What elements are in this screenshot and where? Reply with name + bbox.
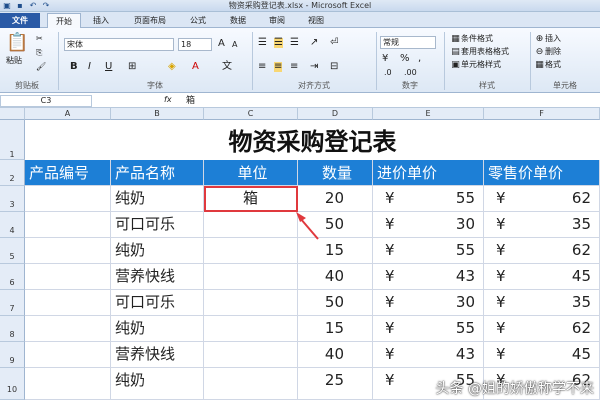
group-divider: [530, 32, 531, 90]
insert-function-icon[interactable]: fx: [164, 95, 172, 104]
tab-file[interactable]: 文件: [0, 13, 40, 28]
phonetic-icon[interactable]: 文: [222, 62, 232, 72]
format-painter-icon[interactable]: 🖌: [36, 62, 46, 72]
tab-page-layout[interactable]: 页面布局: [126, 13, 174, 28]
tab-view[interactable]: 视图: [301, 13, 331, 28]
increase-decimal-icon[interactable]: .0: [384, 68, 392, 78]
cell-styles-icon: ▣: [451, 60, 460, 70]
styles-group-label: 样式: [479, 81, 495, 90]
number-format-select[interactable]: 常规: [380, 36, 436, 49]
align-bottom-icon[interactable]: ☰: [290, 38, 299, 48]
italic-button[interactable]: I: [88, 62, 91, 72]
tab-formulas[interactable]: 公式: [183, 13, 213, 28]
grow-font-button[interactable]: A: [218, 39, 225, 49]
group-divider: [252, 32, 253, 90]
insert-icon: ⊕: [535, 34, 544, 44]
cut-icon[interactable]: ✂: [36, 34, 43, 44]
insert-button[interactable]: ⊕ 插入: [534, 34, 561, 45]
table-icon: ▤: [451, 47, 460, 57]
delete-icon: ⊖: [535, 47, 544, 57]
ribbon: 📋 粘贴 ✂ ⎘ 🖌 剪贴板 宋体 18 A A B I U ⊞ ◈ A 文 字…: [0, 28, 600, 93]
align-left-icon[interactable]: ≡: [258, 62, 266, 72]
align-center-icon[interactable]: ≡: [274, 62, 283, 72]
annotation-arrow: [296, 212, 319, 240]
worksheet: A B C D E F 1 2 3 4 5 6 7 8 9 10 物资采购登记表…: [0, 108, 600, 400]
decrease-decimal-icon[interactable]: .00: [404, 68, 417, 78]
underline-button[interactable]: U: [105, 62, 112, 72]
tab-insert[interactable]: 插入: [86, 13, 116, 28]
formula-input[interactable]: 箱: [186, 95, 195, 107]
tab-data[interactable]: 数据: [223, 13, 253, 28]
align-right-icon[interactable]: ≡: [290, 62, 298, 72]
merge-center-icon[interactable]: ⊟: [330, 62, 338, 72]
shrink-font-button[interactable]: A: [232, 40, 237, 50]
wrap-text-icon[interactable]: ⏎: [330, 38, 338, 48]
tab-review[interactable]: 审阅: [262, 13, 292, 28]
cell-styles-button[interactable]: ▣单元格样式: [450, 60, 501, 71]
format-icon: ▦: [535, 60, 544, 70]
border-icon[interactable]: ⊞: [128, 62, 136, 72]
group-divider: [376, 32, 377, 90]
paste-button[interactable]: 粘贴: [6, 56, 22, 66]
alignment-group-label: 对齐方式: [298, 81, 330, 90]
fill-color-icon[interactable]: ◈: [168, 62, 176, 72]
paste-icon[interactable]: 📋: [6, 32, 28, 54]
format-button[interactable]: ▦格式: [534, 60, 561, 71]
conditional-format-button[interactable]: ▦条件格式: [450, 34, 493, 45]
orientation-icon[interactable]: ↗: [310, 38, 318, 48]
number-group-label: 数字: [402, 81, 418, 90]
bold-button[interactable]: B: [70, 62, 78, 72]
font-color-icon[interactable]: A: [192, 62, 199, 72]
ribbon-tabs: 文件 开始 插入 页面布局 公式 数据 审阅 视图: [0, 12, 600, 28]
formula-bar: C3 fx 箱: [0, 94, 600, 108]
clipboard-group-label: 剪贴板: [15, 81, 39, 90]
indent-icon[interactable]: ⇥: [310, 62, 318, 72]
cells-group-label: 单元格: [553, 81, 577, 90]
tab-home[interactable]: 开始: [47, 13, 81, 28]
window-title: 物资采购登记表.xlsx - Microsoft Excel: [228, 1, 372, 10]
group-divider: [444, 32, 445, 90]
comma-button[interactable]: ,: [418, 54, 421, 64]
title-bar: ▣ ▪ ↶ ↷ 物资采购登记表.xlsx - Microsoft Excel: [0, 0, 600, 12]
align-top-icon[interactable]: ☰: [258, 38, 267, 48]
format-as-table-button[interactable]: ▤套用表格格式: [450, 47, 509, 58]
delete-button[interactable]: ⊖ 删除: [534, 47, 561, 58]
name-box[interactable]: C3: [0, 95, 92, 107]
percent-button[interactable]: %: [400, 54, 410, 64]
group-divider: [58, 32, 59, 90]
copy-icon[interactable]: ⎘: [36, 48, 42, 58]
watermark: 头条 @姐的娇傲称学不来: [435, 381, 594, 397]
currency-button[interactable]: ¥: [382, 54, 388, 64]
font-size-select[interactable]: 18: [178, 38, 212, 51]
font-name-select[interactable]: 宋体: [64, 38, 174, 51]
font-group-label: 字体: [147, 81, 163, 90]
conditional-format-icon: ▦: [451, 34, 460, 44]
align-middle-icon[interactable]: ☰: [274, 38, 283, 48]
